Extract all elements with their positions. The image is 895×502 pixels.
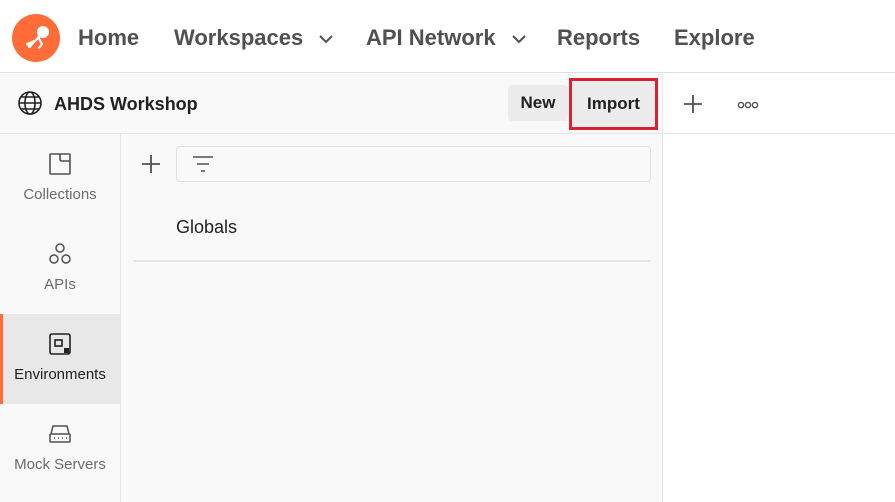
sidebar-item-collections[interactable]: Collections [0,134,120,224]
sidebar-item-environments[interactable]: Environments [0,314,120,404]
chevron-down-icon [512,35,526,44]
nav-home-label: Home [78,25,140,50]
top-navbar: Home Workspaces API Network Reports Expl… [0,0,895,73]
nav-explore-label: Explore [674,25,755,50]
apis-icon [49,243,71,264]
nav-workspaces-label: Workspaces [174,25,304,50]
chevron-down-icon [319,35,334,44]
mock-servers-icon [49,425,71,443]
more-options-icon[interactable] [737,101,759,109]
new-button[interactable]: New [508,85,568,121]
workspace-header: AHDS Workshop New Import [0,74,662,134]
divider [133,260,651,262]
sidebar-item-label: Mock Servers [14,456,106,473]
workspace-title: AHDS Workshop [54,94,198,114]
sidebar-item-mock-servers[interactable]: Mock Servers [0,404,120,494]
new-tab-plus-icon[interactable] [683,94,703,114]
sidebar: Collections APIs Environments Mock Serve… [0,134,121,502]
import-button[interactable]: Import [569,78,658,130]
environments-panel: Globals [121,134,662,502]
nav-api-network-label: API Network [366,25,496,50]
sidebar-item-label: Environments [14,366,106,383]
main-content-area [662,134,895,502]
filter-icon [193,156,213,172]
postman-logo-icon[interactable] [12,14,60,62]
nav-workspaces[interactable]: Workspaces [174,24,334,52]
add-environment-plus-icon[interactable] [141,154,161,174]
nav-home[interactable]: Home [78,24,139,52]
nav-reports[interactable]: Reports [557,24,640,52]
nav-explore[interactable]: Explore [674,24,755,52]
collections-icon [49,153,71,175]
sidebar-item-label: Collections [23,186,97,203]
nav-api-network[interactable]: API Network [366,24,526,52]
sidebar-item-apis[interactable]: APIs [0,224,120,314]
filter-input[interactable] [176,146,651,182]
sidebar-item-label: APIs [44,276,76,293]
environments-icon [49,333,71,355]
globals-item[interactable]: Globals [176,216,237,238]
nav-reports-label: Reports [557,25,641,50]
tab-strip [662,74,895,134]
globe-icon [18,91,42,115]
